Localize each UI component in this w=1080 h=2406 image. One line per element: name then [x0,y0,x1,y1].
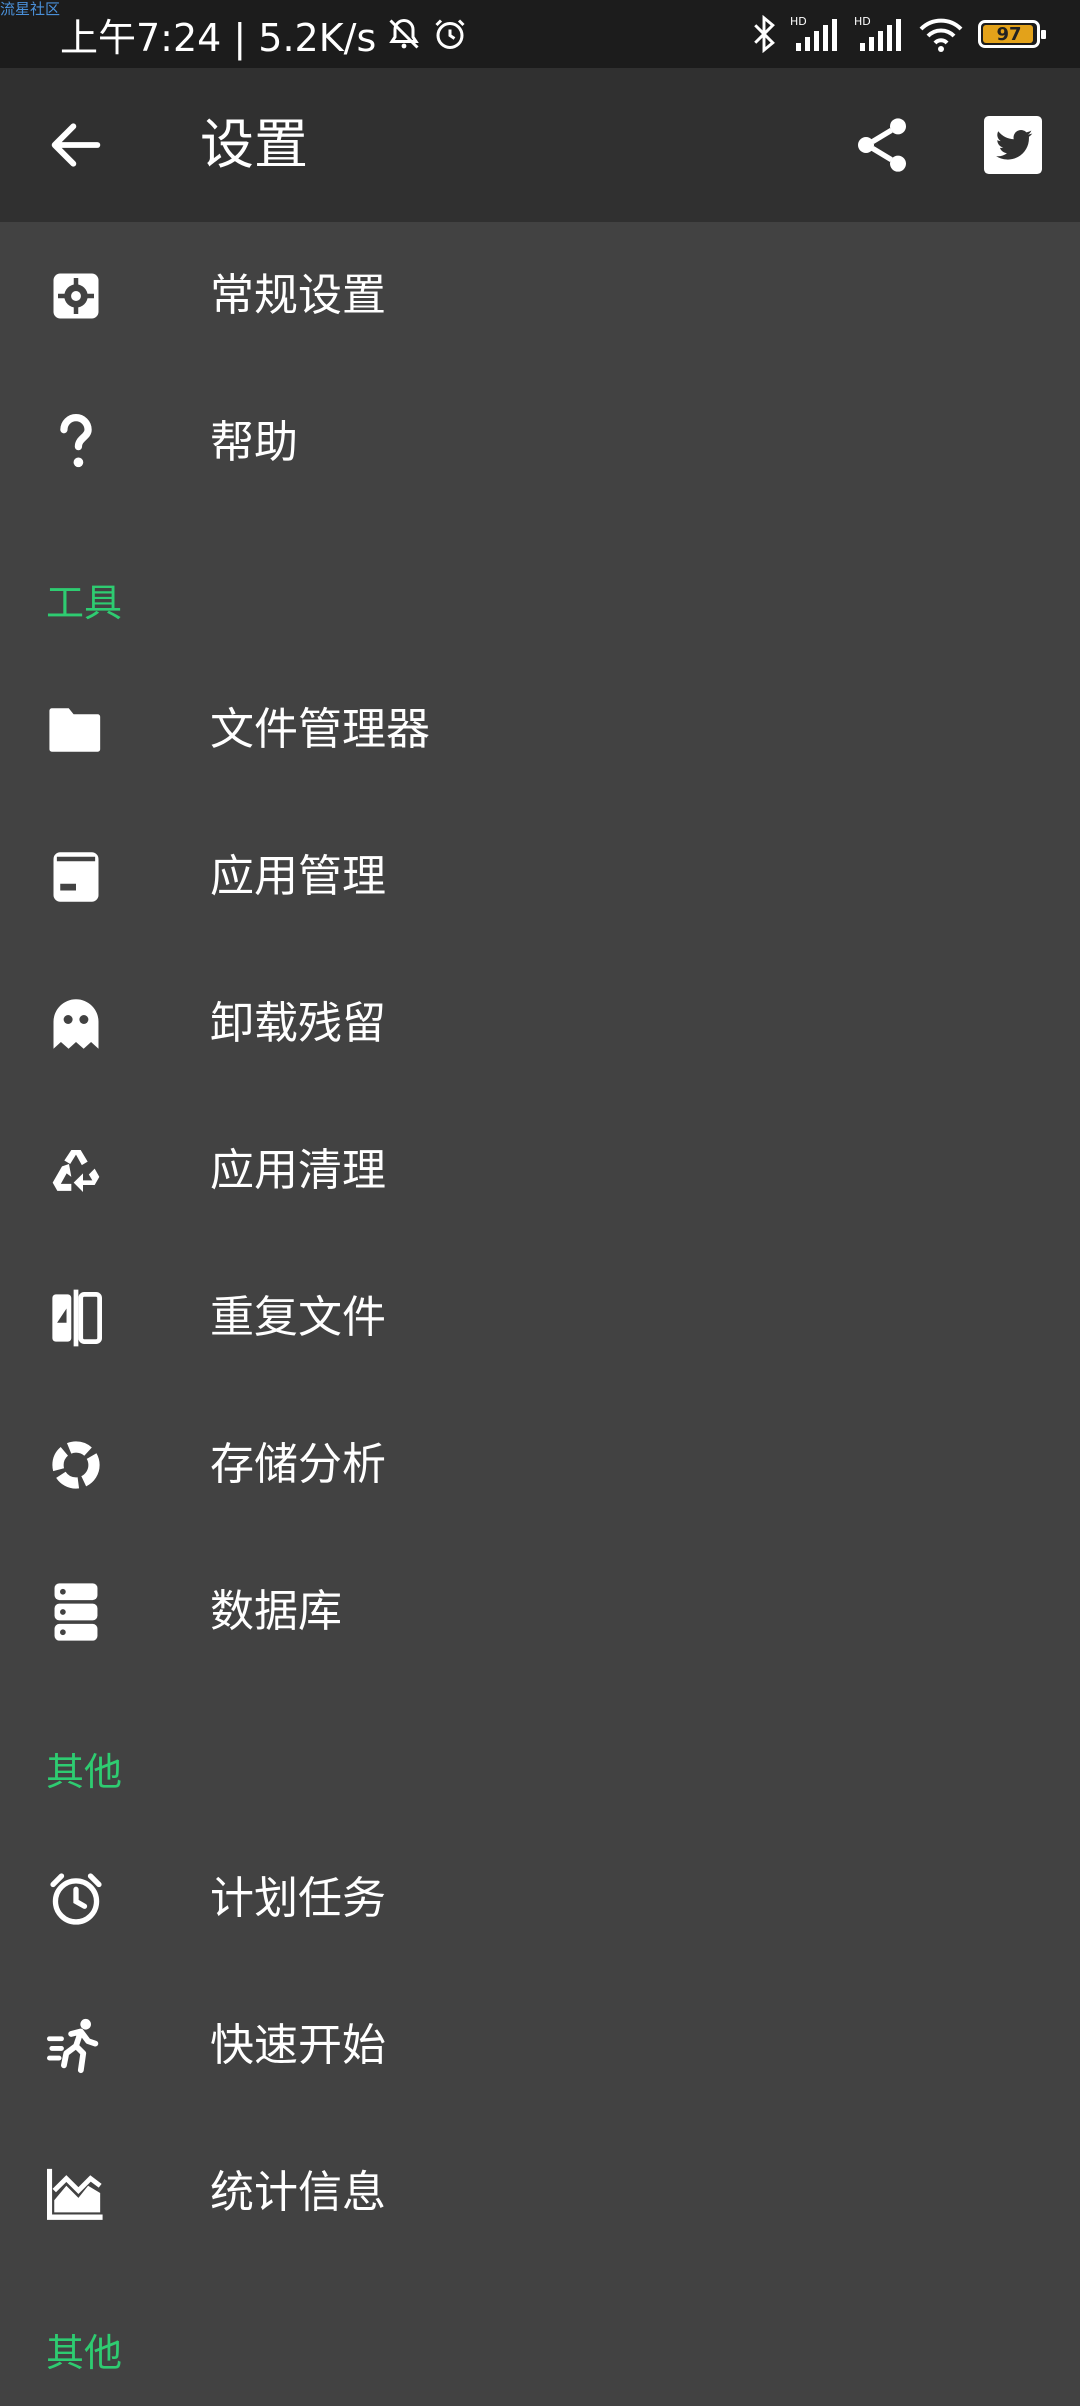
app-bar: 设置 [0,68,1080,222]
status-right: HD HD 97 [752,14,1046,54]
alarm-clock-icon [44,1871,108,1927]
section-header-other-2: 其他 [0,2266,1080,2406]
menu-item-statistics[interactable]: 统计信息 [0,2119,1080,2266]
donut-chart-icon [44,1437,108,1493]
menu-item-label: 数据库 [210,1586,342,1637]
status-bar: 流星社区 上午7:24 | 5.2K/s HD HD 97 [0,0,1080,68]
menu-item-general-settings[interactable]: 常规设置 [0,222,1080,369]
menu-item-database[interactable]: 数据库 [0,1538,1080,1685]
settings-list: 常规设置 帮助 工具 文件管理器 应用管理 卸载残留 应用清理 重复文件 存储分… [0,222,1080,2406]
signal-hd-icon: HD [790,15,840,53]
folder-icon [44,702,108,758]
twitter-icon[interactable] [984,116,1042,174]
running-person-icon [44,2018,108,2074]
menu-item-label: 帮助 [210,417,298,468]
app-window-icon [44,849,108,905]
gear-icon [44,268,108,324]
svg-text:HD: HD [790,15,807,28]
menu-item-label: 快速开始 [210,2020,386,2071]
battery-level-text: 97 [996,23,1022,45]
menu-item-file-manager[interactable]: 文件管理器 [0,656,1080,803]
menu-item-uninstall-leftovers[interactable]: 卸载残留 [0,950,1080,1097]
page-title: 设置 [200,113,308,176]
menu-item-label: 重复文件 [210,1292,386,1343]
menu-item-label: 应用清理 [210,1145,386,1196]
menu-item-scheduled-tasks[interactable]: 计划任务 [0,1825,1080,1972]
battery-icon: 97 [978,20,1046,48]
menu-item-label: 卸载残留 [210,998,386,1049]
menu-item-label: 文件管理器 [210,704,430,755]
section-title: 工具 [46,581,123,625]
menu-item-label: 存储分析 [210,1439,386,1490]
menu-item-app-manager[interactable]: 应用管理 [0,803,1080,950]
alarm-icon [432,16,468,52]
section-title: 其他 [46,2331,123,2375]
menu-item-label: 应用管理 [210,851,386,902]
ghost-icon [44,996,108,1052]
status-left: 上午7:24 | 5.2K/s [60,12,468,60]
menu-item-help[interactable]: 帮助 [0,369,1080,516]
signal-hd-icon-2: HD [854,15,904,53]
menu-item-duplicate-files[interactable]: 重复文件 [0,1244,1080,1391]
area-chart-icon [44,2165,108,2221]
recycle-icon [44,1143,108,1199]
compare-icon [44,1289,108,1347]
svg-text:HD: HD [854,15,871,28]
menu-item-storage-analysis[interactable]: 存储分析 [0,1391,1080,1538]
section-title: 其他 [46,1750,123,1794]
share-icon[interactable] [850,113,914,177]
watermark-text: 流星社区 [0,0,61,18]
menu-item-label: 常规设置 [210,270,386,321]
section-header-other: 其他 [0,1685,1080,1825]
question-mark-icon [44,414,108,471]
menu-item-label: 计划任务 [210,1873,386,1924]
menu-item-label: 统计信息 [210,2167,386,2218]
mute-bell-icon [386,16,422,52]
database-icon [44,1583,108,1641]
menu-item-quick-start[interactable]: 快速开始 [0,1972,1080,2119]
back-arrow-icon[interactable] [44,113,108,177]
bluetooth-icon [752,15,776,53]
wifi-icon [918,15,964,53]
status-time: 上午7:24 | 5.2K/s [60,15,377,60]
menu-item-app-cleaner[interactable]: 应用清理 [0,1097,1080,1244]
section-header-tools: 工具 [0,516,1080,656]
